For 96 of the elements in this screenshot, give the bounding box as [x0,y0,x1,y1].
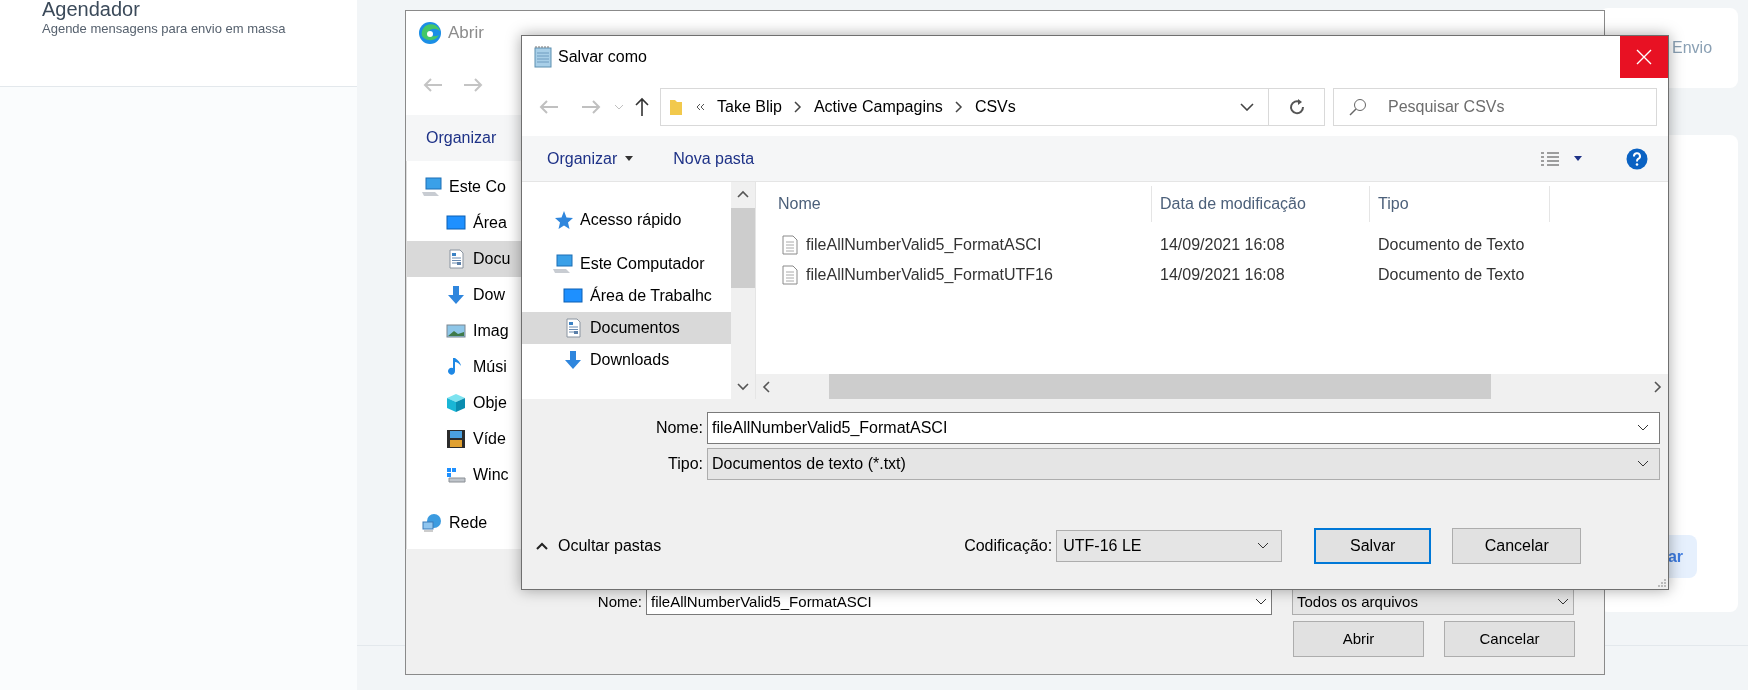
field-label: Nome: [654,418,704,438]
file-type: Documento de Texto [1377,235,1526,255]
back-arrow-icon [538,98,560,116]
encoding-dropdown[interactable]: UTF-16 LE [1056,530,1283,562]
dialog-button[interactable]: Cancelar [1444,621,1575,657]
film-strip-icon [445,428,467,450]
file-name[interactable]: fileAllNumberValid5_FormatASCI [806,233,1042,257]
search-field[interactable]: Pesquisar CSVs [1333,88,1657,126]
field-label: Tipo: [667,454,704,474]
file-date: 14/09/2021 16:08 [1159,265,1286,285]
section-title: Agendador [42,0,140,22]
down-arrow-icon [445,284,467,306]
file-type: Documento de Texto [1377,265,1526,285]
folder-icon [669,98,683,116]
list-view-icon [1540,150,1560,167]
help-icon [1626,147,1648,170]
down-arrow-icon [562,349,584,371]
chevron-down-icon [1637,424,1649,432]
chevron-right-icon [1654,380,1662,393]
horizontal-scrollbar[interactable] [756,374,1668,399]
tree-item[interactable]: Este Co [407,169,523,205]
up-arrow-icon [634,97,650,117]
chevron-down-icon [1557,598,1569,606]
tree-item[interactable]: Obje [407,385,523,421]
nav-item[interactable]: Documentos [522,312,731,344]
refresh-icon [1287,98,1306,116]
chevron-right-icon [793,101,802,113]
tree-item[interactable]: Músi [407,349,523,385]
search-icon [1349,98,1367,116]
column-header[interactable]: Tipo [1370,186,1550,222]
chevron-down-icon [614,104,624,110]
browser-logo-icon [418,21,442,45]
file-name-field[interactable]: fileAllNumberValid5_FormatASCI [707,412,1660,444]
hide-folders-button[interactable]: Ocultar pastas [522,534,662,558]
tree-item[interactable]: Área [407,205,523,241]
forward-arrow-icon [580,98,602,116]
chevron-right-icon [954,101,963,113]
chevron-down-icon [1240,103,1254,111]
breadcrumb-item[interactable]: Take Blip [717,95,782,119]
window-title: Abrir [448,22,484,45]
text-file-icon [782,235,798,255]
computer-icon [552,253,574,275]
tree-item[interactable]: Winc [407,457,523,493]
file-name[interactable]: fileAllNumberValid5_FormatUTF16 [806,263,1053,287]
double-chevron-icon [695,102,705,112]
file-date: 14/09/2021 16:08 [1159,235,1286,255]
computer-icon [421,176,443,198]
forward-arrow-icon [462,76,484,94]
tree-item[interactable]: Dow [407,277,523,313]
chevron-left-icon [762,380,770,393]
file-type-dropdown[interactable]: Documentos de texto (*.txt) [707,448,1660,480]
address-bar[interactable]: Take Blip Active Campagins CSVs [660,88,1325,126]
field-label: Codificação: [964,536,1053,556]
nav-item[interactable]: Acesso rápido [522,204,731,236]
nav-item[interactable]: Área de Trabalhc [522,280,731,312]
tree-item[interactable]: Imag [407,313,523,349]
dialog-button[interactable]: Abrir [1293,621,1424,657]
notepad-icon [532,45,554,69]
globe-computer-icon [421,512,443,534]
scrollbar-thumb[interactable] [731,208,755,288]
tree-item[interactable]: Docu [407,241,523,277]
back-arrow-icon [422,76,444,94]
toolbar-button[interactable]: Nova pasta [673,146,755,171]
vertical-scrollbar[interactable] [731,182,755,399]
nav-item[interactable]: Downloads [522,344,731,376]
dialog-button[interactable]: Cancelar [1452,528,1582,564]
chevron-down-icon [1257,542,1270,550]
tree-item[interactable]: Rede [407,505,523,541]
breadcrumb-item[interactable]: CSVs [974,95,1016,119]
caret-down-icon [1574,156,1582,161]
field-label: Nome: [596,591,643,612]
organize-button[interactable]: Organizar [426,126,497,150]
window-title: Salvar como [558,47,648,67]
column-header[interactable]: Nome [756,186,1152,222]
close-icon [1636,49,1652,65]
file-type-dropdown[interactable]: Todos os arquivos [1292,589,1574,615]
resize-grip-icon [1656,577,1666,587]
section-subtitle: Agende mensagens para envio em massa [42,20,286,38]
toolbar-button[interactable]: Organizar [547,146,634,171]
view-options-button[interactable] [1540,150,1582,167]
chevron-up-icon [737,190,749,198]
dialog-button[interactable]: Salvar [1314,528,1432,564]
chevron-down-icon [1255,598,1267,606]
chevron-down-icon [737,383,749,391]
breadcrumb-item[interactable]: Active Campagins [813,95,943,119]
chevron-down-icon [1637,460,1649,468]
column-header[interactable]: Data de modificação [1152,186,1370,222]
text-file-icon [782,265,798,285]
chevron-up-icon [536,542,548,550]
tree-item[interactable]: Víde [407,421,523,457]
file-name-field[interactable]: fileAllNumberValid5_FormatASCI [646,589,1272,615]
scrollbar-thumb[interactable] [829,374,1491,399]
caret-down-icon [625,156,634,161]
close-button[interactable] [1620,36,1668,78]
nav-item[interactable]: Este Computador [522,248,731,280]
cube-icon [445,392,467,414]
